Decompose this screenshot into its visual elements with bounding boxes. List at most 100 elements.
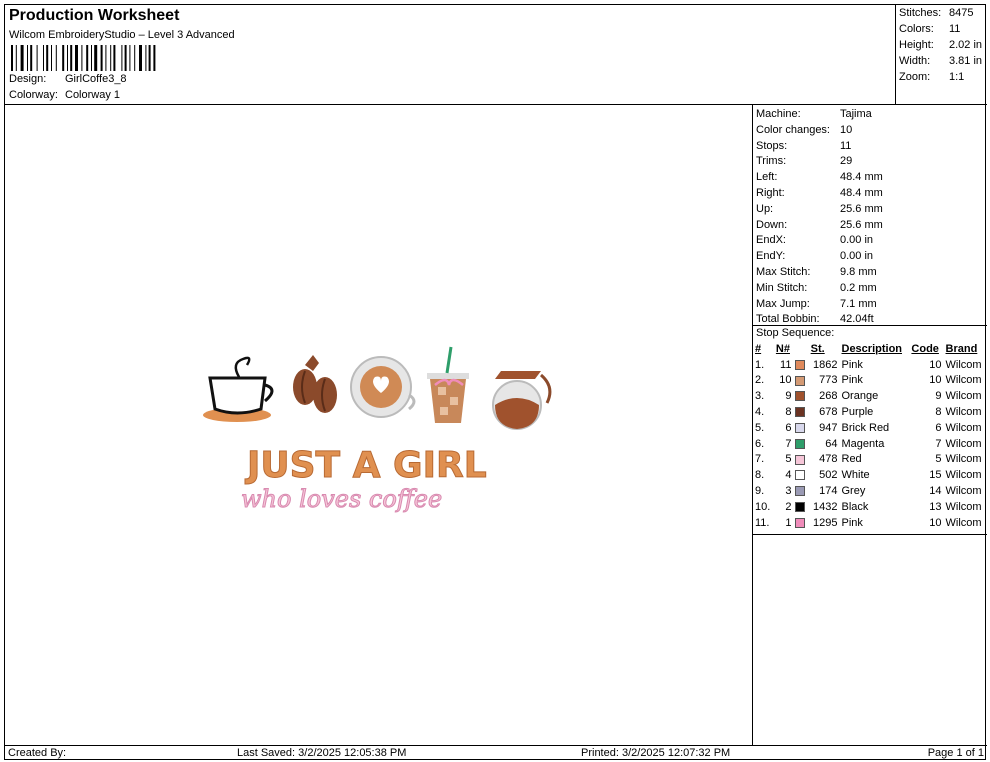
stop-stitches: 268 <box>819 390 838 403</box>
stop-stitches: 478 <box>819 453 838 466</box>
colorway-value: Colorway 1 <box>65 89 121 101</box>
stop-needle: 3 <box>785 485 792 498</box>
stop-description: Red <box>841 453 862 466</box>
stop-brand: Wilcom <box>945 437 982 450</box>
stop-num: 10. <box>755 500 771 513</box>
info-row: EndX: 0.00 in <box>756 234 873 246</box>
info-value: 7.1 mm <box>840 297 877 310</box>
info-value: 0.2 mm <box>840 281 877 294</box>
stop-needle: 6 <box>785 421 792 434</box>
stop-code: 8 <box>935 406 942 419</box>
stop-code: 6 <box>935 421 942 434</box>
stop-description: Black <box>841 500 869 513</box>
col-n: N# <box>775 342 790 355</box>
stat-colors: Colors: 11 <box>899 23 961 35</box>
info-label: EndX: <box>756 234 786 247</box>
worksheet-frame: Production Worksheet Wilcom EmbroiderySt… <box>4 4 987 760</box>
stop-row: 7. 5 478 Red 5 Wilcom <box>753 452 987 468</box>
info-row: Stops: 11 <box>756 140 851 152</box>
stop-sequence-table: # N# St. Description Code Brand 1. 11 1862… <box>753 341 987 531</box>
stop-num: 3. <box>755 390 765 403</box>
stop-row: 3. 9 268 Orange 9 Wilcom <box>753 388 987 404</box>
stop-stitches: 773 <box>819 374 838 387</box>
stop-row: 9. 3 174 Grey 14 Wilcom <box>753 483 987 499</box>
stop-brand: Wilcom <box>945 406 982 419</box>
info-row: Down: 25.6 mm <box>756 219 883 231</box>
stop-num: 5. <box>755 421 765 434</box>
stop-needle: 7 <box>785 437 792 450</box>
color-swatch <box>795 470 806 481</box>
stop-num: 4. <box>755 406 765 419</box>
worksheet-header: Production Worksheet Wilcom EmbroiderySt… <box>5 5 895 105</box>
stop-stitches: 1432 <box>813 500 838 513</box>
color-swatch <box>795 454 806 465</box>
info-row: Right: 48.4 mm <box>756 187 883 199</box>
color-swatch <box>795 517 806 528</box>
summary-stats: Stitches: 8475 Colors: 11 Height: 2.02 in W… <box>895 5 987 105</box>
software-name: Wilcom EmbroideryStudio – Level 3 Advanc… <box>9 29 235 41</box>
stop-swatch <box>793 373 808 389</box>
stop-description: Brick Red <box>841 421 890 434</box>
colorway-label: Colorway: <box>9 89 58 101</box>
coffee-pot-icon <box>492 371 552 430</box>
design-canvas: JUST A GIRL who loves coffee <box>5 105 753 745</box>
stop-stitches: 502 <box>819 469 838 482</box>
stop-swatch <box>793 388 808 404</box>
stop-swatch <box>793 357 808 373</box>
stop-num: 1. <box>755 358 765 371</box>
stop-num: 7. <box>755 453 765 466</box>
stop-swatch <box>793 515 808 531</box>
embroidery-design-preview: JUST A GIRL who loves coffee <box>203 346 552 514</box>
stop-row: 2. 10 773 Pink 10 Wilcom <box>753 373 987 389</box>
stop-row: 8. 4 502 White 15 Wilcom <box>753 467 987 483</box>
stop-sequence-header-row: # N# St. Description Code Brand <box>753 341 987 357</box>
info-row: Up: 25.6 mm <box>756 203 883 215</box>
stop-brand: Wilcom <box>945 374 982 387</box>
stop-stitches: 1295 <box>813 516 838 529</box>
stop-needle: 2 <box>785 500 792 513</box>
stat-zoom: Zoom: 1:1 <box>899 71 965 83</box>
info-label: Left: <box>756 171 778 184</box>
stop-brand: Wilcom <box>945 516 982 529</box>
stop-stitches: 64 <box>825 437 838 450</box>
info-row: Left: 48.4 mm <box>756 171 883 183</box>
col-stitches: St. <box>810 342 825 355</box>
stop-code: 9 <box>935 390 942 403</box>
col-num: # <box>755 342 762 355</box>
info-value: 25.6 mm <box>840 202 883 215</box>
color-swatch <box>795 486 806 497</box>
info-label: Trims: <box>756 155 787 168</box>
stop-row: 4. 8 678 Purple 8 Wilcom <box>753 404 987 420</box>
col-code: Code <box>911 342 939 355</box>
coffee-cup-icon <box>203 356 274 422</box>
stop-needle: 8 <box>785 406 792 419</box>
stop-brand: Wilcom <box>945 358 982 371</box>
design-row: Design: GirlCoffe3_8 <box>9 73 127 85</box>
stop-brand: Wilcom <box>945 421 982 434</box>
info-value: 48.4 mm <box>840 187 883 199</box>
color-swatch <box>795 359 806 370</box>
stop-swatch <box>793 404 808 420</box>
stop-description: Grey <box>841 485 866 498</box>
page-title: Production Worksheet <box>9 7 180 24</box>
stop-description: Pink <box>841 516 863 529</box>
coffee-beans-icon <box>293 355 337 413</box>
design-text-line1: JUST A GIRL <box>244 445 487 486</box>
stop-row: 1. 11 1862 Pink 10 Wilcom <box>753 357 987 373</box>
info-row: Trims: 29 <box>756 155 852 167</box>
col-swatch <box>793 341 808 357</box>
info-value: 0.00 in <box>840 234 874 247</box>
stop-swatch <box>793 499 808 515</box>
info-label: EndY: <box>756 250 786 263</box>
stop-code: 7 <box>935 437 942 450</box>
stop-stitches: 174 <box>819 485 838 498</box>
stop-description: Magenta <box>841 437 885 450</box>
info-label: Machine: <box>756 108 801 120</box>
stop-swatch <box>793 467 808 483</box>
info-row: EndY: 0.00 in <box>756 250 873 262</box>
stop-brand: Wilcom <box>945 500 982 513</box>
info-label: Max Jump: <box>756 297 810 310</box>
stop-needle: 10 <box>779 374 792 387</box>
info-row: Min Stitch: 0.2 mm <box>756 282 877 294</box>
stop-brand: Wilcom <box>945 469 982 482</box>
